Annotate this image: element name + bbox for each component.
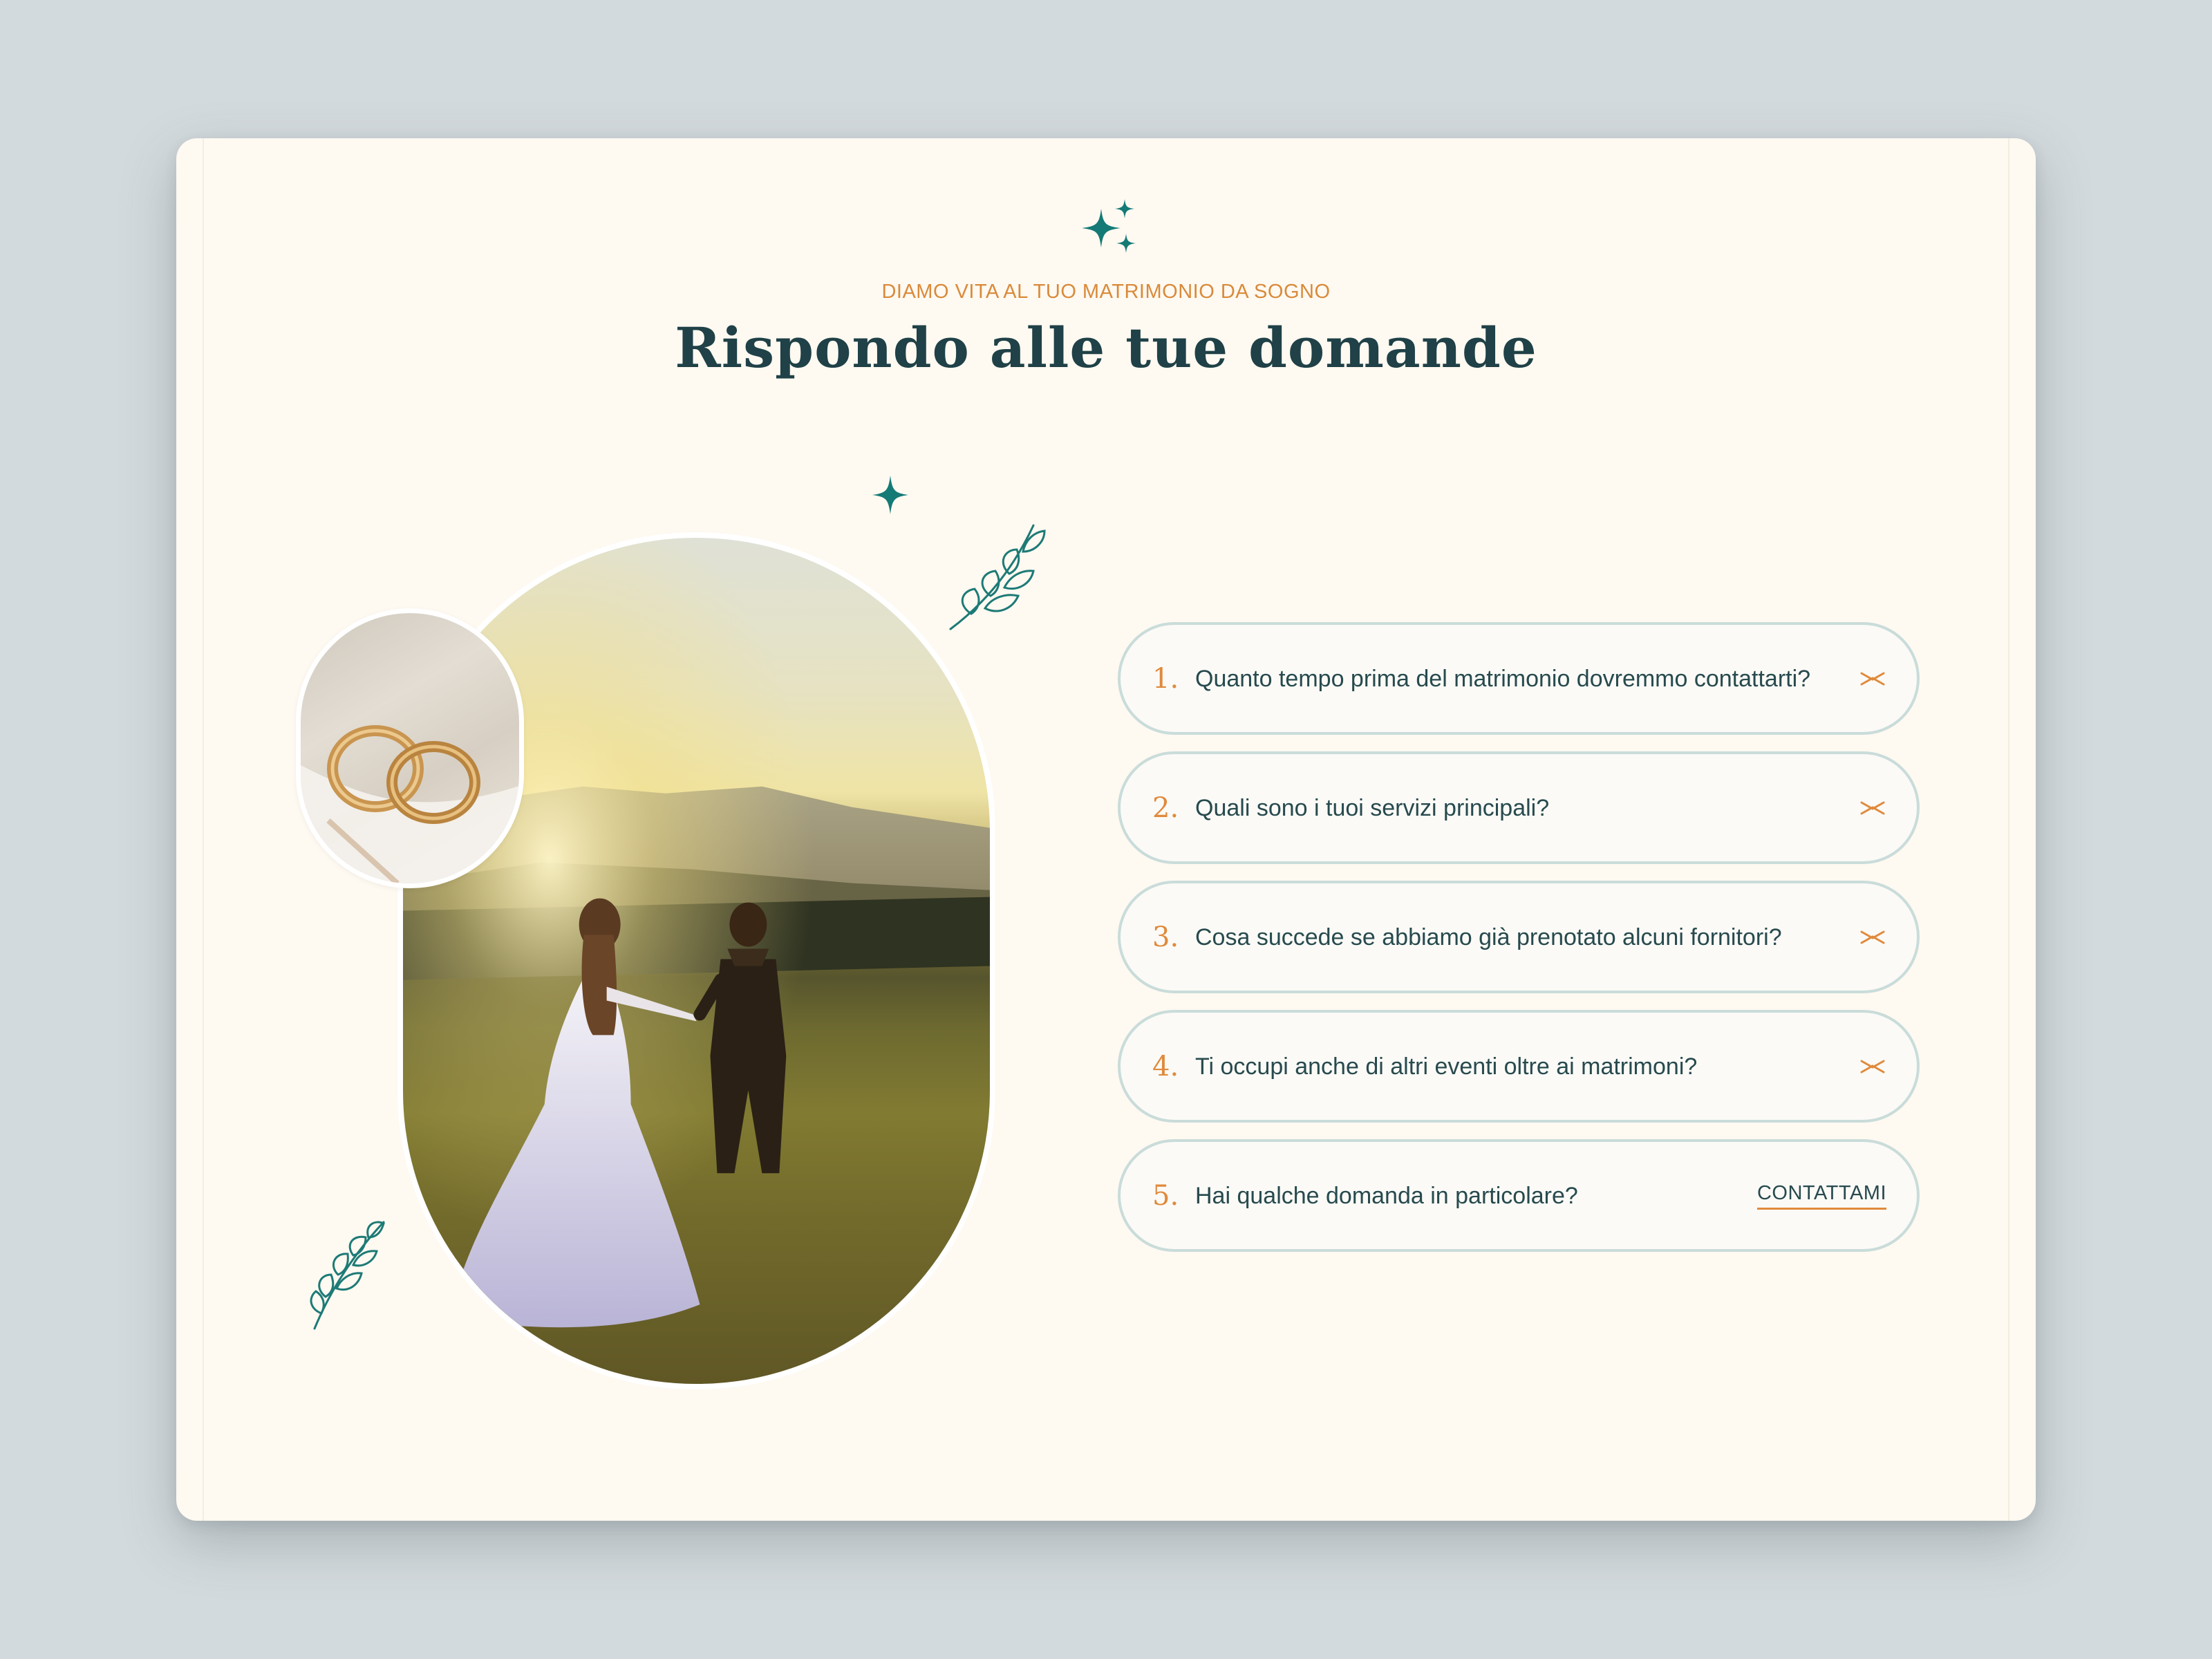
faq-question: Hai qualche domanda in particolare?: [1195, 1182, 1578, 1209]
faq-item-1[interactable]: 1. Quanto tempo prima del matrimonio dov…: [1118, 622, 1920, 735]
chevron-toggle-icon[interactable]: [1859, 929, 1886, 946]
faq-number: 4.: [1152, 1050, 1179, 1082]
sparkles-icon: [1082, 199, 1136, 253]
faq-number: 3.: [1152, 921, 1179, 953]
faq-list: 1. Quanto tempo prima del matrimonio dov…: [1118, 622, 1920, 1268]
section-eyebrow: DIAMO VITA AL TUO MATRIMONIO DA SOGNO: [881, 281, 1331, 303]
faq-number: 2.: [1152, 791, 1179, 824]
page-title: Rispondo alle tue domande: [675, 315, 1537, 380]
contact-link[interactable]: CONTATTAMI: [1756, 1182, 1886, 1210]
faq-item-4[interactable]: 4. Ti occupi anche di altri eventi oltre…: [1118, 1010, 1920, 1123]
faq-question: Quali sono i tuoi servizi principali?: [1195, 794, 1550, 821]
faq-item-2[interactable]: 2. Quali sono i tuoi servizi principali?: [1118, 751, 1920, 864]
sparkle-icon: [872, 476, 908, 514]
faq-item-3[interactable]: 3. Cosa succede se abbiamo già prenotato…: [1118, 881, 1920, 993]
leaf-branch-icon: [310, 1221, 385, 1330]
rings-photo: [296, 608, 524, 888]
faq-number: 1.: [1152, 662, 1179, 695]
faq-question: Quanto tempo prima del matrimonio dovrem…: [1195, 665, 1811, 692]
chevron-toggle-icon[interactable]: [1859, 1058, 1886, 1075]
chevron-toggle-icon[interactable]: [1859, 800, 1886, 816]
faq-question: Cosa succede se abbiamo già prenotato al…: [1195, 924, 1782, 950]
faq-section: DIAMO VITA AL TUO MATRIMONIO DA SOGNO Ri…: [176, 138, 2036, 1521]
faq-item-5: 5. Hai qualche domanda in particolare? C…: [1118, 1139, 1920, 1252]
chevron-toggle-icon[interactable]: [1859, 671, 1886, 687]
faq-number: 5.: [1152, 1179, 1179, 1212]
faq-question: Ti occupi anche di altri eventi oltre ai…: [1195, 1053, 1698, 1080]
